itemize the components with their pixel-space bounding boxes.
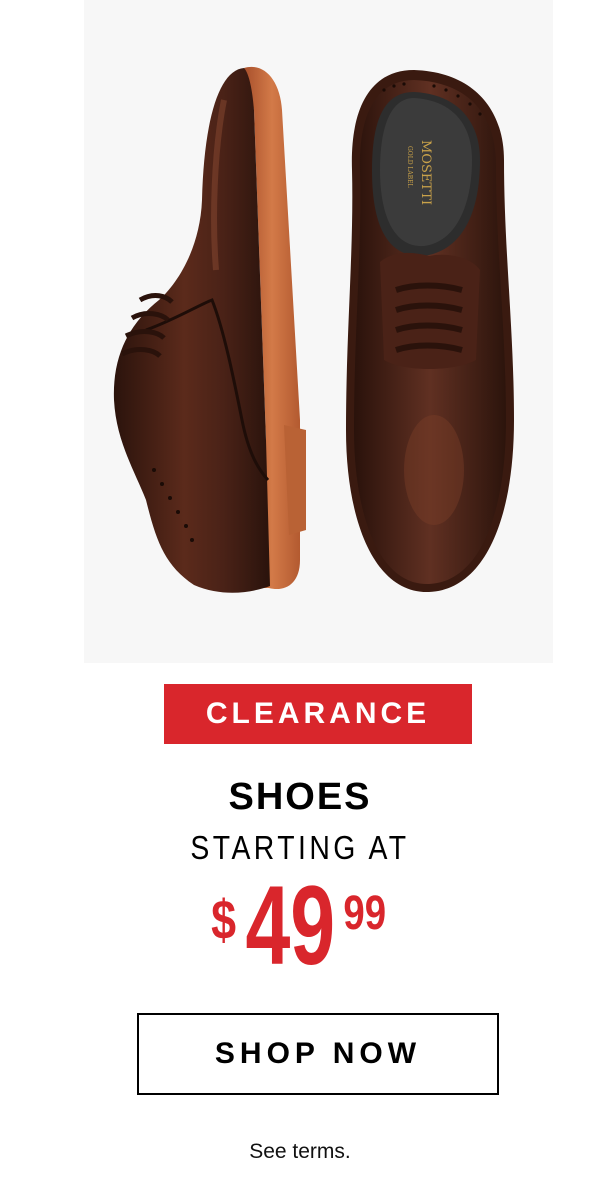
right-shoe: MOSETTI GOLD LABEL: [346, 70, 514, 593]
left-shoe: [113, 66, 306, 593]
brand-logo-text: MOSETTI: [418, 140, 433, 205]
price: $49 99: [0, 870, 600, 990]
clearance-badge: CLEARANCE: [164, 684, 472, 744]
product-image[interactable]: MOSETTI GOLD LABEL: [84, 0, 553, 663]
shop-now-button[interactable]: SHOP NOW: [137, 1013, 499, 1095]
shoes-illustration: MOSETTI GOLD LABEL: [113, 66, 514, 593]
category-heading: SHOES: [228, 776, 372, 818]
price-cents: 99: [343, 887, 387, 940]
brand-sub-text: GOLD LABEL: [406, 146, 413, 188]
price-currency: $: [211, 888, 237, 951]
price-dollars: 49: [245, 863, 335, 988]
see-terms-link[interactable]: See terms.: [0, 1138, 600, 1166]
